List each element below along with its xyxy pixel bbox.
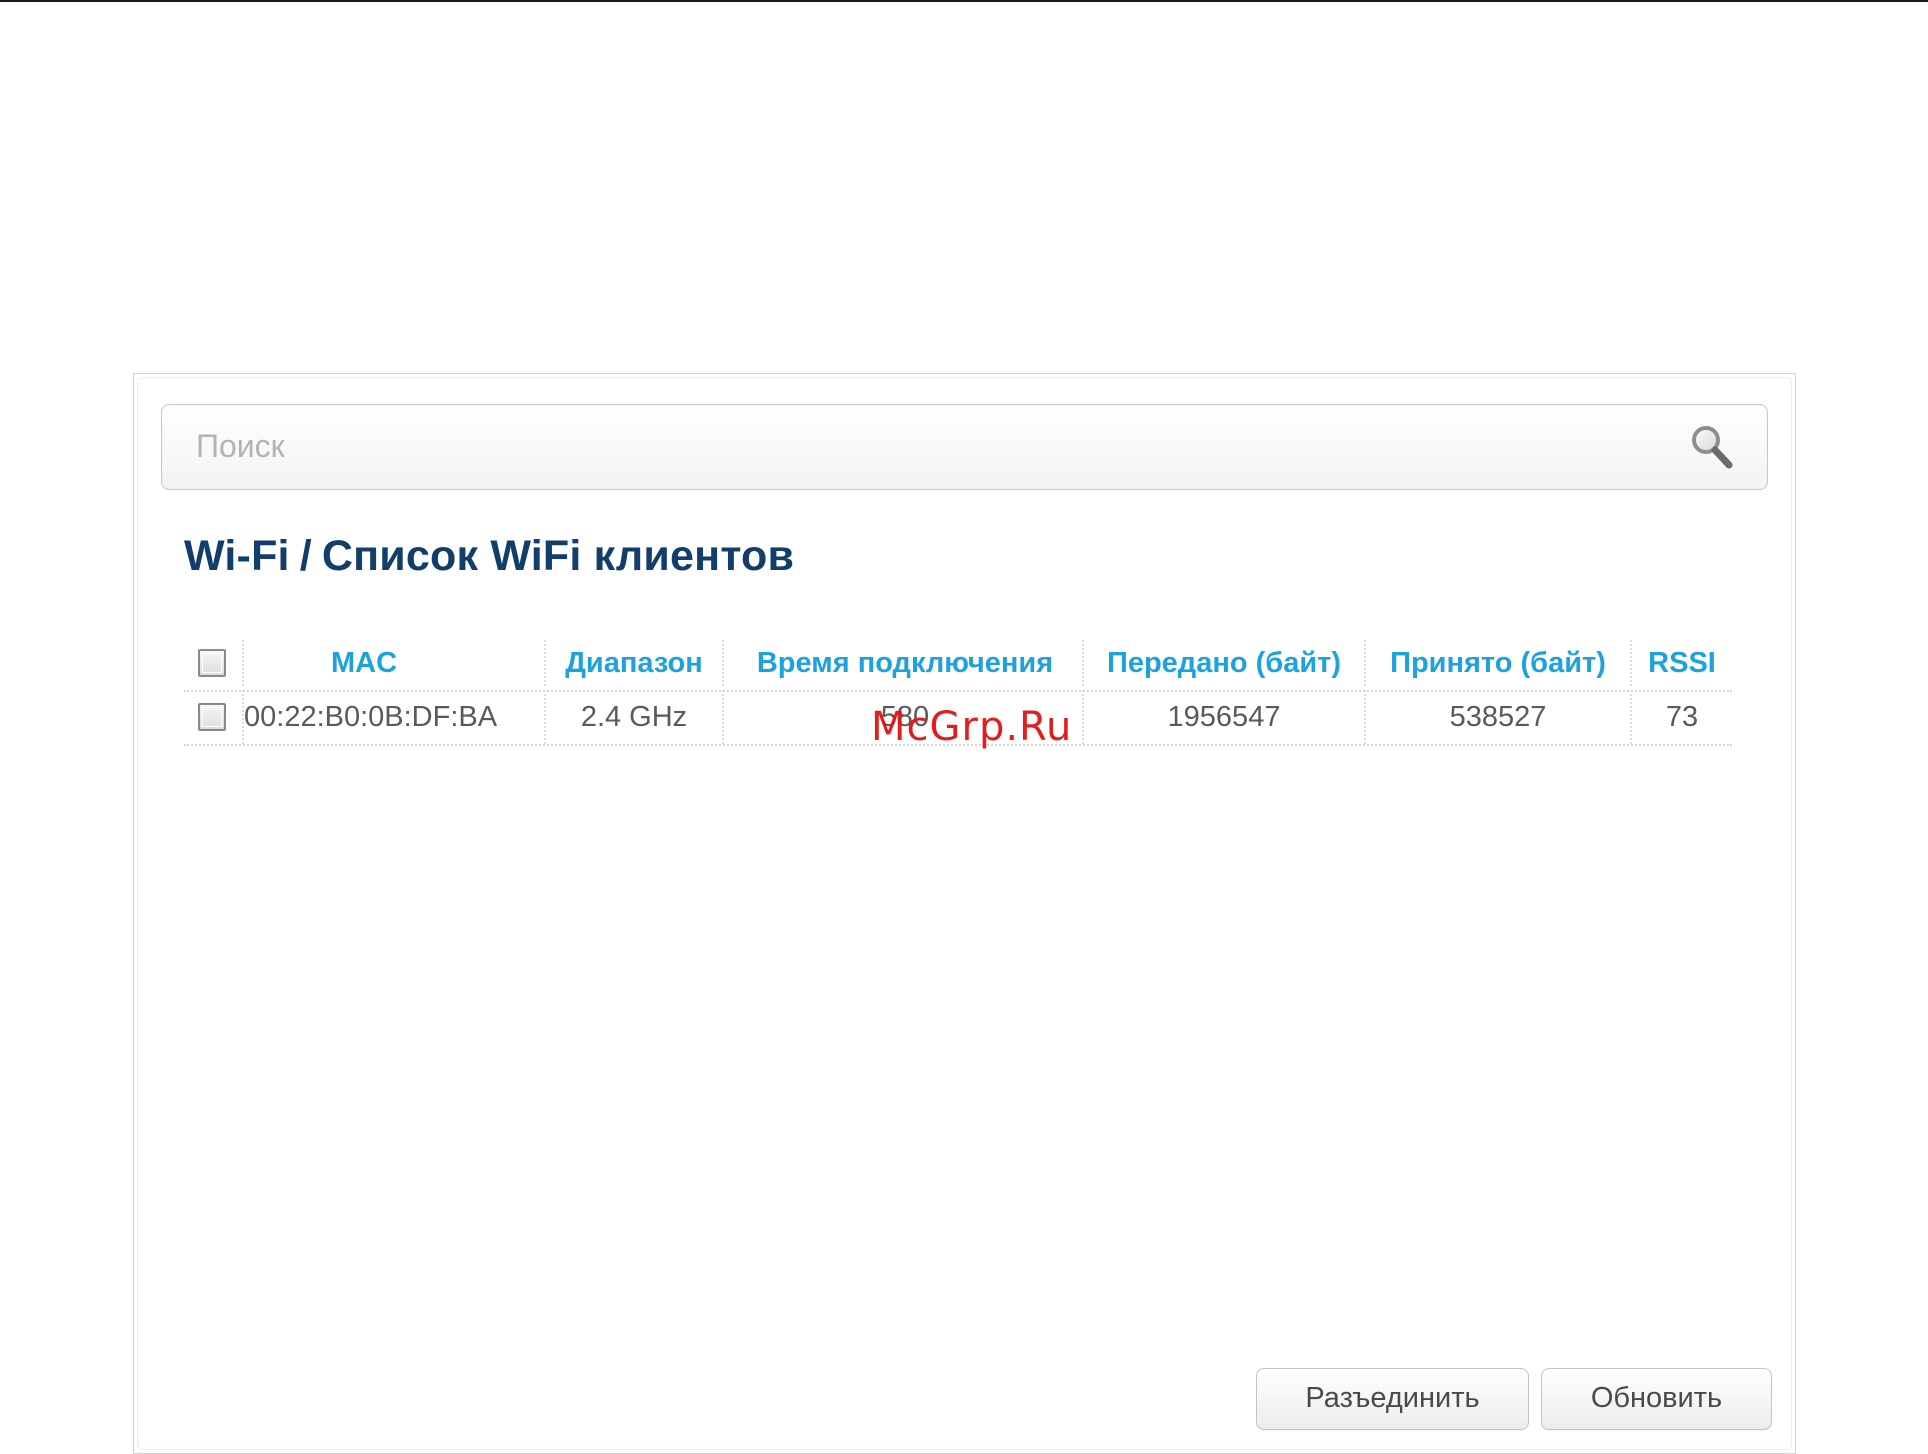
watermark-text: McGrp.Ru	[871, 704, 1073, 750]
breadcrumb-current-page: Список WiFi клиентов	[321, 532, 795, 580]
column-header-mac[interactable]: MAC	[244, 636, 484, 690]
refresh-button[interactable]: Обновить	[1541, 1368, 1772, 1430]
cell-sent-bytes: 1956547	[1167, 701, 1281, 733]
cell-band: 2.4 GHz	[580, 701, 688, 733]
column-header-sent-bytes[interactable]: Передано (байт)	[1084, 636, 1364, 690]
top-rule	[0, 0, 1928, 2]
cell-mac: 00:22:B0:0B:DF:BA	[244, 701, 498, 733]
row-select-checkbox[interactable]	[198, 703, 226, 731]
breadcrumb-section[interactable]: Wi-Fi	[184, 532, 290, 580]
select-all-checkbox[interactable]	[198, 649, 226, 677]
column-header-rssi[interactable]: RSSI	[1632, 636, 1732, 690]
column-header-received-bytes[interactable]: Принято (байт)	[1366, 636, 1630, 690]
disconnect-button[interactable]: Разъединить	[1256, 1368, 1529, 1430]
cell-received-bytes: 538527	[1449, 701, 1547, 733]
search-input[interactable]	[196, 405, 1676, 487]
breadcrumb-separator: /	[299, 532, 312, 580]
cell-rssi: 73	[1665, 701, 1699, 733]
search-bar[interactable]	[161, 404, 1768, 490]
page-title: Wi-Fi / Список WiFi клиентов	[184, 532, 794, 581]
column-header-connection-time[interactable]: Время подключения	[724, 636, 1086, 690]
table-header-row: MAC Диапазон Время подключения Передано …	[184, 636, 1732, 690]
search-icon[interactable]	[1689, 423, 1737, 473]
column-header-band[interactable]: Диапазон	[546, 636, 722, 690]
